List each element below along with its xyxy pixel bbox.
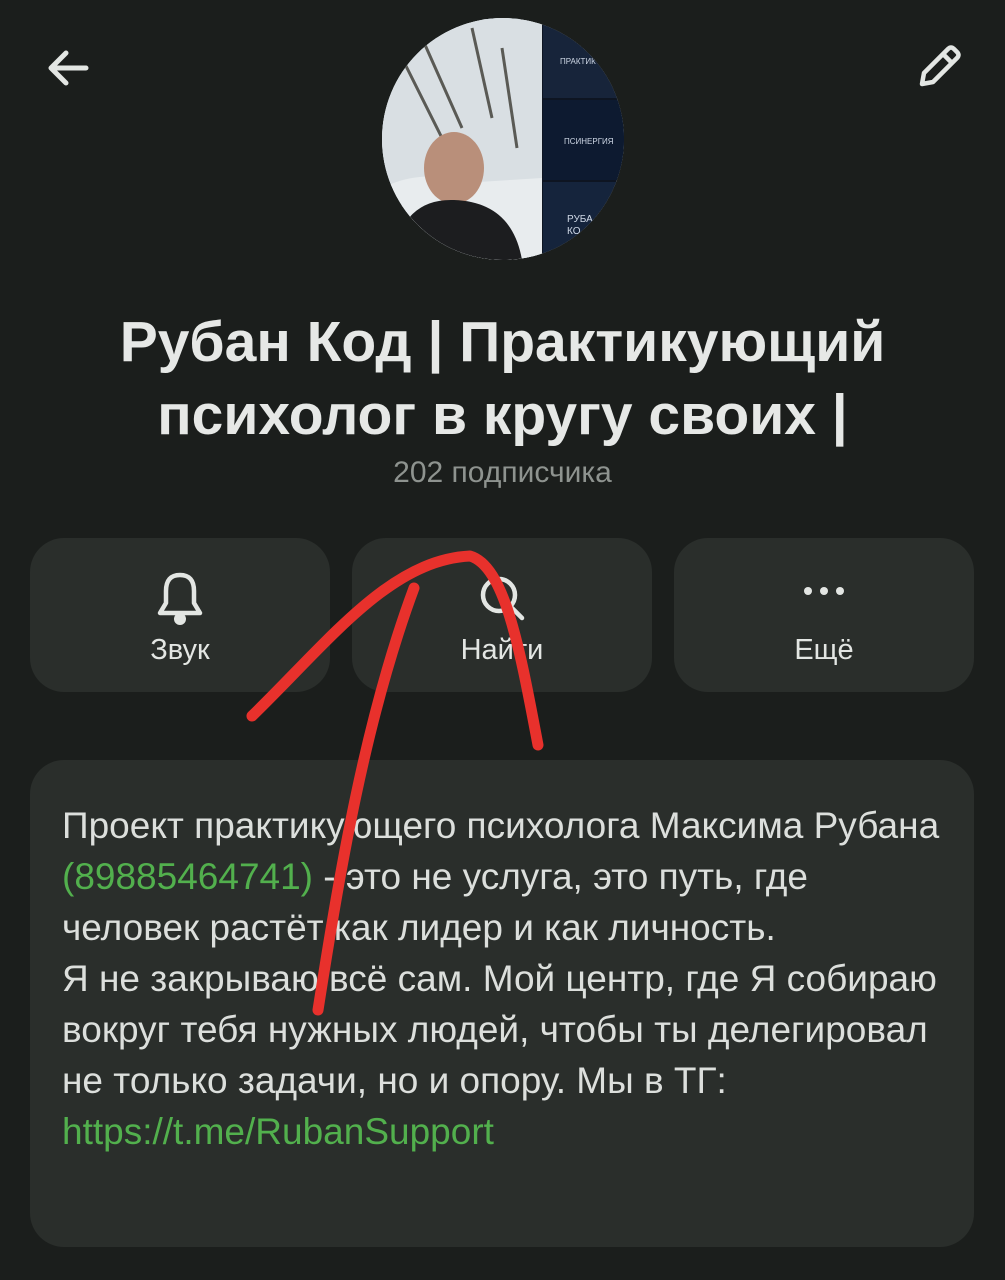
phone-number[interactable]: (89885464741) xyxy=(62,856,313,897)
about-text-part3: Я не закрываю всё сам. Мой центр, где Я … xyxy=(62,958,937,1101)
channel-title: Рубан Код | Практикующий психолог в круг… xyxy=(60,306,945,452)
action-row: Звук Найти Ещё xyxy=(30,538,974,692)
bell-icon xyxy=(157,572,203,625)
sound-button[interactable]: Звук xyxy=(30,538,330,692)
channel-avatar[interactable]: ПРАКТИК ПСИНЕРГИЯ РУБА КО xyxy=(382,18,624,260)
avatar-tile2-text: ПСИНЕРГИЯ xyxy=(564,137,614,146)
more-dots-icon xyxy=(804,587,844,595)
about-text-part1: Проект практикующего психолога Максима Р… xyxy=(62,805,940,846)
channel-title-line2: психолог в кругу своих | xyxy=(157,383,848,447)
sound-label: Звук xyxy=(150,634,210,666)
avatar-tile3-text1: РУБА xyxy=(567,214,593,225)
avatar-image: ПРАКТИК ПСИНЕРГИЯ РУБА КО xyxy=(382,18,624,260)
back-button[interactable] xyxy=(28,28,108,108)
pencil-icon xyxy=(919,45,961,87)
subscriber-count: 202 подписчика xyxy=(393,456,612,489)
arrow-left-icon xyxy=(48,50,89,86)
about-card: Проект практикующего психолога Максима Р… xyxy=(30,760,974,1247)
more-button[interactable]: Ещё xyxy=(674,538,974,692)
search-label: Найти xyxy=(460,634,544,666)
support-link[interactable]: https://t.me/RubanSupport xyxy=(62,1111,494,1152)
channel-title-line1: Рубан Код | Практикующий xyxy=(119,310,886,374)
search-icon xyxy=(480,576,525,621)
about-text: Проект практикующего психолога Максима Р… xyxy=(62,800,952,1157)
avatar-tile3-text2: КО xyxy=(567,226,581,237)
more-label: Ещё xyxy=(794,634,854,666)
edit-button[interactable] xyxy=(898,28,978,108)
avatar-tile1-text: ПРАКТИК xyxy=(560,57,596,66)
search-button[interactable]: Найти xyxy=(352,538,652,692)
